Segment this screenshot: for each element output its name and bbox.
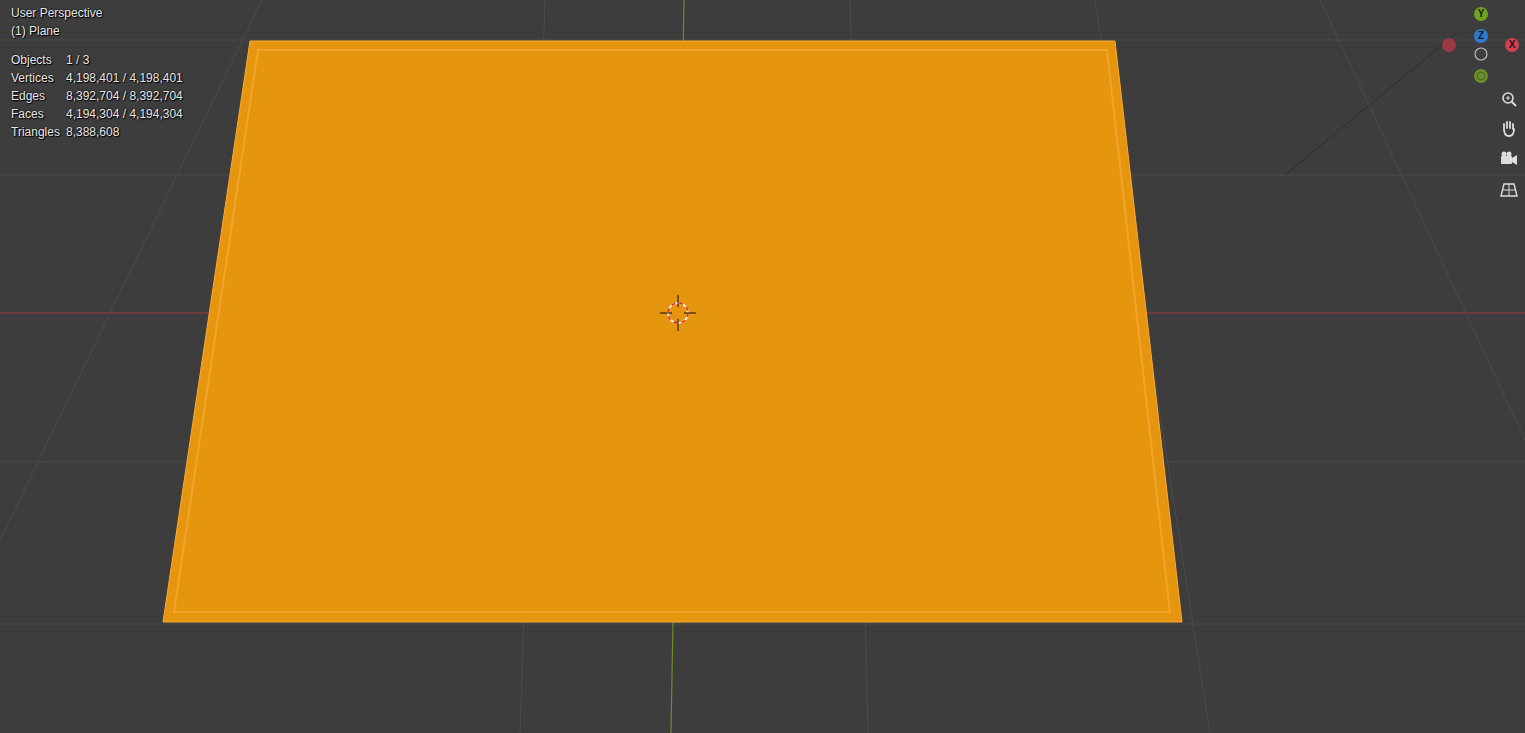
stat-label: Vertices [11,69,66,87]
stat-value: 8,392,704 / 8,392,704 [66,87,183,105]
stat-value: 4,194,304 / 4,194,304 [66,105,183,123]
navigation-gizmo[interactable] [1442,38,1488,83]
stat-label: Edges [11,87,66,105]
stats-table: Objects1 / 3Vertices4,198,401 / 4,198,40… [11,51,183,141]
active-object: (1) Plane [11,22,183,40]
grid-floor [0,0,1525,733]
hand-icon[interactable] [1498,118,1520,140]
3d-viewport[interactable]: YZ X User Perspective(1) Plane Objects1 / 3… [0,0,1525,733]
stat-label: Objects [11,51,66,69]
stat-value: 8,388,608 [66,123,183,141]
gizmo-axis[interactable]: Y [1474,7,1488,21]
3d-cursor-icon[interactable] [660,295,696,331]
scene [0,0,1525,733]
stat-label: Faces [11,105,66,123]
gizmo-axis[interactable]: X [1505,38,1519,52]
camera-icon[interactable] [1498,148,1520,170]
gizmo-axis[interactable]: Z [1474,29,1488,43]
zoom-icon[interactable] [1498,89,1520,111]
grid-icon[interactable] [1498,179,1520,201]
relief-plane[interactable] [163,41,1182,622]
view-name: User Perspective [11,4,183,22]
stat-value: 1 / 3 [66,51,183,69]
stat-label: Triangles [11,123,66,141]
viewport-info: User Perspective(1) Plane Objects1 / 3Ver… [11,4,183,141]
stat-value: 4,198,401 / 4,198,401 [66,69,183,87]
